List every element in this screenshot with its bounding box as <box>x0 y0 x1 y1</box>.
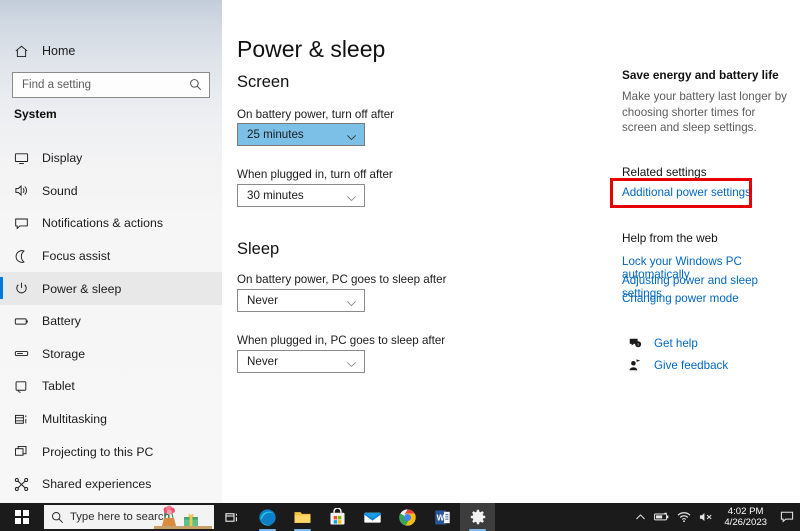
sidebar-item-home[interactable]: Home <box>0 36 222 66</box>
multitasking-icon <box>0 412 42 427</box>
link-changing-power-mode[interactable]: Changing power mode <box>622 292 739 305</box>
action-center-icon[interactable] <box>774 503 800 531</box>
moon-icon <box>0 249 42 264</box>
battery-icon[interactable] <box>651 503 673 531</box>
sidebar: Home System <box>0 0 223 503</box>
svg-text:W: W <box>437 513 445 522</box>
field-label-battery-sleep: On battery power, PC goes to sleep after <box>237 273 447 286</box>
field-label-plugged-sleep: When plugged in, PC goes to sleep after <box>237 334 446 347</box>
tablet-icon <box>0 379 42 394</box>
sidebar-item-notifications[interactable]: Notifications & actions <box>0 207 222 240</box>
sidebar-item-power-sleep[interactable]: Power & sleep <box>0 272 222 305</box>
notification-icon <box>0 216 42 231</box>
sidebar-item-label: Focus assist <box>42 249 111 264</box>
give-feedback-row[interactable]: Give feedback <box>622 358 728 372</box>
taskbar-app-chrome[interactable] <box>390 503 425 531</box>
taskbar-app-settings[interactable] <box>460 503 495 531</box>
sidebar-item-label: Sound <box>42 183 78 198</box>
dropdown-battery-sleep[interactable]: Never <box>237 289 365 312</box>
sidebar-item-battery[interactable]: Battery <box>0 305 222 338</box>
settings-window: Settings <box>0 0 800 503</box>
section-heading-sleep: Sleep <box>237 240 280 258</box>
taskbar-search-box[interactable]: Type here to search <box>44 505 214 529</box>
clock-date: 4/26/2023 <box>724 517 767 528</box>
sidebar-item-label: Storage <box>42 346 86 361</box>
projecting-icon <box>0 444 42 459</box>
desktop: Settings <box>0 0 800 531</box>
clock-time: 4:02 PM <box>727 505 764 517</box>
dropdown-plugged-screen-off[interactable]: 30 minutes <box>237 184 365 207</box>
sidebar-item-sound[interactable]: Sound <box>0 175 222 208</box>
search-illustration-icon <box>154 505 212 529</box>
battery-icon <box>0 314 42 329</box>
sidebar-item-label: Projecting to this PC <box>42 444 154 459</box>
sidebar-nav: Display Sound Notifications & actions Fo… <box>0 142 222 501</box>
sidebar-item-label: Power & sleep <box>42 281 122 296</box>
dropdown-value: Never <box>247 294 278 307</box>
chevron-down-icon <box>346 296 357 314</box>
home-icon <box>0 44 42 59</box>
search-input[interactable] <box>13 74 182 96</box>
sidebar-item-label: Tablet <box>42 379 75 394</box>
chevron-down-icon <box>346 130 357 148</box>
feedback-icon <box>622 358 648 372</box>
taskbar-app-mail[interactable] <box>355 503 390 531</box>
share-icon <box>0 477 42 492</box>
taskbar-app-edge[interactable] <box>250 503 285 531</box>
sidebar-item-label: Battery <box>42 314 81 329</box>
link-additional-power-settings[interactable]: Additional power settings <box>622 186 751 199</box>
get-help-row[interactable]: ? Get help <box>622 336 698 350</box>
task-view-button[interactable] <box>214 503 250 531</box>
dropdown-battery-screen-off[interactable]: 25 minutes <box>237 123 365 146</box>
help-icon: ? <box>622 336 648 350</box>
sidebar-group-title: System <box>14 107 57 121</box>
field-label-battery-screen-off: On battery power, turn off after <box>237 108 395 121</box>
page-title: Power & sleep <box>237 36 386 62</box>
search-icon <box>189 78 202 96</box>
windows-logo-icon <box>15 510 29 524</box>
rail-tip-heading: Save energy and battery life <box>622 68 779 82</box>
start-button[interactable] <box>0 503 44 531</box>
dropdown-value: Never <box>247 355 278 368</box>
sidebar-item-tablet[interactable]: Tablet <box>0 370 222 403</box>
taskbar-app-word[interactable]: W <box>425 503 460 531</box>
sidebar-home-label: Home <box>42 44 76 58</box>
sidebar-item-display[interactable]: Display <box>0 142 222 175</box>
taskbar-app-file-explorer[interactable] <box>285 503 320 531</box>
show-hidden-icons-chevron-icon[interactable] <box>629 503 651 531</box>
sidebar-item-storage[interactable]: Storage <box>0 338 222 371</box>
field-label-plugged-screen-off: When plugged in, turn off after <box>237 168 393 181</box>
rail-help-heading: Help from the web <box>622 231 718 245</box>
link-get-help[interactable]: Get help <box>648 337 698 350</box>
sidebar-item-label: Multitasking <box>42 412 107 427</box>
dropdown-value: 25 minutes <box>247 128 304 141</box>
system-tray: 4:02 PM 4/26/2023 <box>629 503 800 531</box>
sidebar-item-label: Display <box>42 151 83 166</box>
section-heading-screen: Screen <box>237 73 290 91</box>
speaker-icon <box>0 183 42 198</box>
rail-tip-body: Make your battery last longer by choosin… <box>622 90 787 134</box>
power-icon <box>0 281 42 296</box>
sidebar-item-focus-assist[interactable]: Focus assist <box>0 240 222 273</box>
rail-related-heading: Related settings <box>622 165 707 179</box>
search-box[interactable] <box>12 72 210 98</box>
dropdown-plugged-sleep[interactable]: Never <box>237 350 365 373</box>
right-rail: Save energy and battery life Make your b… <box>622 0 800 503</box>
search-icon <box>44 511 70 524</box>
network-icon[interactable] <box>673 503 695 531</box>
sidebar-item-multitasking[interactable]: Multitasking <box>0 403 222 436</box>
volume-muted-icon[interactable] <box>695 503 717 531</box>
dropdown-value: 30 minutes <box>247 189 304 202</box>
sidebar-item-label: Notifications & actions <box>42 216 163 231</box>
sidebar-item-label: Shared experiences <box>42 477 152 492</box>
storage-icon <box>0 346 42 361</box>
taskbar-clock[interactable]: 4:02 PM 4/26/2023 <box>717 503 774 531</box>
chevron-down-icon <box>346 357 357 375</box>
monitor-icon <box>0 151 42 166</box>
link-give-feedback[interactable]: Give feedback <box>648 359 728 372</box>
taskbar-app-microsoft-store[interactable] <box>320 503 355 531</box>
chevron-down-icon <box>346 191 357 209</box>
sidebar-item-projecting[interactable]: Projecting to this PC <box>0 435 222 468</box>
sidebar-item-shared-experiences[interactable]: Shared experiences <box>0 468 222 501</box>
